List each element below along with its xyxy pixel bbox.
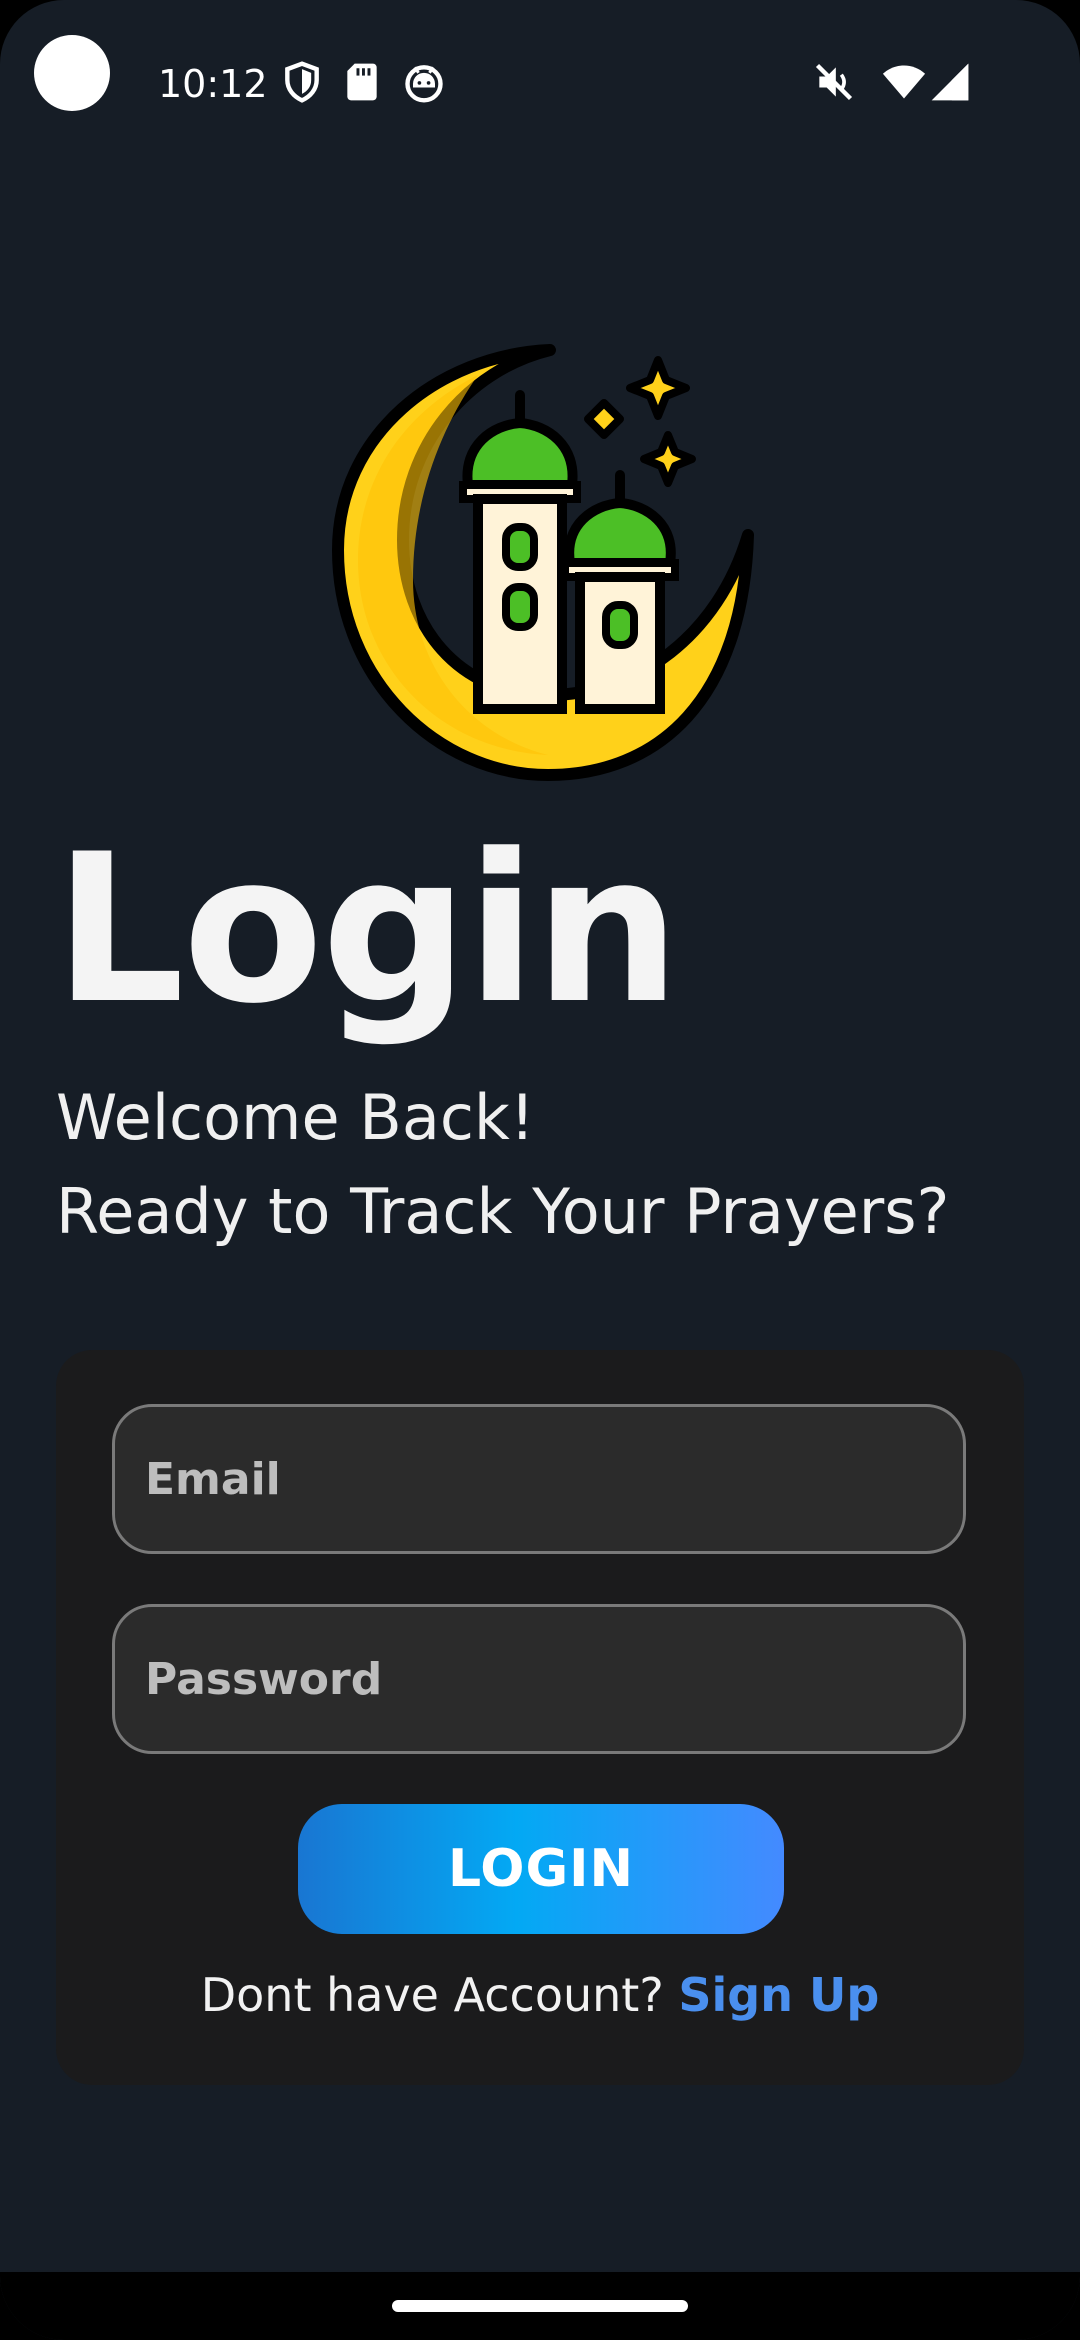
mute-vibrate-icon <box>812 60 856 104</box>
cell-signal-icon <box>928 60 972 104</box>
login-screen: 10:12 Login Welcome Back! Ready to Track… <box>0 0 1080 2340</box>
status-time: 10:12 <box>158 62 268 106</box>
status-bar: 10:12 <box>0 0 1080 150</box>
android-face-icon <box>402 60 446 104</box>
signup-row: Dont have Account? Sign Up <box>56 1968 1024 2022</box>
wifi-icon <box>880 60 928 104</box>
signup-link[interactable]: Sign Up <box>678 1968 879 2022</box>
login-button[interactable]: LOGIN <box>298 1804 784 1934</box>
home-indicator[interactable] <box>392 2300 688 2312</box>
front-camera <box>34 35 110 111</box>
email-input[interactable] <box>115 1407 963 1551</box>
shield-icon <box>280 60 324 104</box>
password-input[interactable] <box>115 1607 963 1751</box>
welcome-text: Welcome Back! <box>56 1081 535 1154</box>
email-field[interactable] <box>112 1404 966 1554</box>
login-card: LOGIN Dont have Account? Sign Up <box>56 1350 1024 2085</box>
sd-card-icon <box>340 60 384 104</box>
password-field[interactable] <box>112 1604 966 1754</box>
tagline-text: Ready to Track Your Prayers? <box>56 1175 950 1248</box>
page-title: Login <box>54 811 680 1049</box>
crescent-mosque-icon <box>318 335 762 785</box>
signup-prompt: Dont have Account? <box>200 1968 679 2022</box>
